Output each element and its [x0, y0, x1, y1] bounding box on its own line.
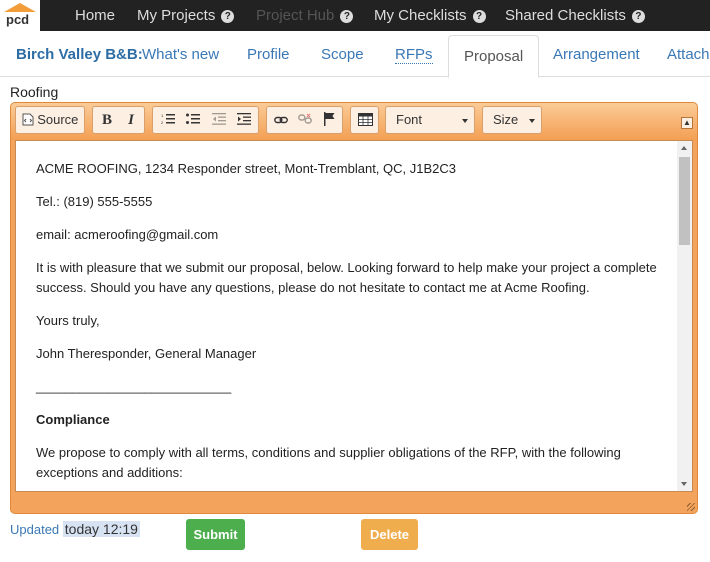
source-icon	[22, 107, 34, 133]
chevron-down-icon	[462, 119, 468, 123]
editor-paragraph: ACME ROOFING, 1234 Responder street, Mon…	[36, 161, 456, 176]
font-select-label: Font	[396, 112, 423, 127]
logo-roof-icon	[4, 3, 36, 12]
tab-label: RFPs	[395, 46, 433, 64]
editor-paragraph: ___________________________	[36, 379, 232, 394]
editor-content-area[interactable]: ACME ROOFING, 1234 Responder street, Mon…	[15, 140, 693, 492]
svg-text:2: 2	[161, 120, 164, 125]
editor-paragraph: John Theresponder, General Manager	[36, 346, 257, 361]
numbered-list-button[interactable]: 12	[156, 107, 180, 133]
nav-home[interactable]: Home	[75, 0, 115, 31]
anchor-button[interactable]	[317, 107, 341, 133]
tab-whats-new[interactable]: What's new	[142, 31, 219, 77]
table-group	[350, 106, 379, 134]
size-select[interactable]: Size	[482, 106, 542, 134]
project-tabs: Birch Valley B&B: What's new Profile Sco…	[0, 31, 710, 78]
tab-rfps[interactable]: RFPs	[395, 31, 433, 77]
project-name[interactable]: Birch Valley B&B:	[16, 31, 143, 77]
chevron-down-icon	[529, 119, 535, 123]
editor-scrollbar[interactable]	[677, 141, 692, 491]
link-icon	[274, 116, 288, 124]
nav-label: My Projects	[137, 7, 216, 24]
link-group	[266, 106, 343, 134]
scroll-thumb[interactable]	[679, 157, 690, 245]
tab-attachments[interactable]: Attachi	[667, 31, 710, 77]
help-icon[interactable]: ?	[340, 10, 354, 23]
scroll-up-icon[interactable]	[681, 146, 687, 150]
unlink-button[interactable]	[293, 107, 317, 133]
help-icon[interactable]: ?	[472, 10, 486, 23]
help-icon[interactable]: ?	[631, 10, 645, 23]
bullet-list-button[interactable]	[181, 107, 205, 133]
editor-paragraph: email: acmeroofing@gmail.com	[36, 227, 219, 242]
tab-proposal[interactable]: Proposal	[448, 35, 540, 78]
unlink-icon	[298, 113, 312, 124]
bold-button[interactable]: B	[95, 107, 119, 133]
tab-arrangement[interactable]: Arrangement	[553, 31, 640, 77]
section-label: Roofing	[10, 84, 59, 100]
nav-my-projects[interactable]: My Projects?	[137, 0, 235, 31]
nav-label: Shared Checklists	[505, 7, 626, 24]
indent-icon	[237, 113, 251, 125]
tab-scope[interactable]: Scope	[321, 31, 364, 77]
submit-button[interactable]: Submit	[186, 519, 245, 550]
nav-my-checklists[interactable]: My Checklists?	[374, 0, 486, 31]
editor-paragraph: We propose to comply with all terms, con…	[36, 445, 621, 480]
italic-button[interactable]: I	[119, 107, 143, 133]
format-group: B I	[92, 106, 145, 134]
editor-toolbar: Source B I 12 Font Size ▲	[11, 103, 697, 140]
updated-status: Updated today 12:19	[10, 521, 140, 537]
scroll-down-icon[interactable]	[681, 482, 687, 486]
size-select-label: Size	[493, 112, 519, 127]
increase-indent-button[interactable]	[232, 107, 256, 133]
decrease-indent-button[interactable]	[207, 107, 231, 133]
list-group: 12	[152, 106, 259, 134]
updated-label: Updated	[10, 522, 60, 537]
nav-label: My Checklists	[374, 7, 467, 24]
svg-text:1: 1	[161, 113, 164, 118]
font-select[interactable]: Font	[385, 106, 475, 134]
tab-profile[interactable]: Profile	[247, 31, 290, 77]
outdent-icon	[212, 113, 226, 125]
nav-shared-checklists[interactable]: Shared Checklists?	[505, 0, 645, 31]
numbered-list-icon: 12	[161, 113, 175, 125]
editor-paragraph: It is with pleasure that we submit our p…	[36, 260, 657, 295]
help-icon[interactable]: ?	[221, 10, 235, 23]
link-button[interactable]	[269, 107, 293, 133]
updated-timestamp: today 12:19	[62, 521, 140, 537]
editor-heading: Compliance	[36, 412, 110, 427]
table-icon	[357, 113, 373, 126]
editor-paragraph: Yours truly,	[36, 313, 100, 328]
top-navbar: pcd Home My Projects? Project Hub? My Ch…	[0, 0, 710, 31]
bullet-list-icon	[186, 113, 200, 124]
nav-label: Project Hub	[256, 7, 335, 24]
table-button[interactable]	[353, 107, 377, 133]
editor-body[interactable]: ACME ROOFING, 1234 Responder street, Mon…	[16, 141, 679, 491]
rich-text-editor: Source B I 12 Font Size ▲ ACME ROOFING, …	[10, 102, 698, 514]
source-button[interactable]: Source	[16, 107, 84, 133]
editor-paragraph: Tel.: (819) 555-5555	[36, 194, 153, 209]
flag-icon	[324, 112, 335, 126]
resize-handle[interactable]	[687, 503, 695, 511]
source-group: Source	[15, 106, 85, 134]
nav-project-hub[interactable]: Project Hub?	[256, 0, 354, 31]
collapse-toolbar-button[interactable]: ▲	[681, 117, 693, 129]
pcd-logo[interactable]: pcd	[0, 0, 40, 31]
source-label: Source	[37, 112, 79, 127]
delete-button[interactable]: Delete	[361, 519, 418, 550]
nav-label: Home	[75, 7, 116, 24]
logo-text: pcd	[6, 12, 30, 27]
